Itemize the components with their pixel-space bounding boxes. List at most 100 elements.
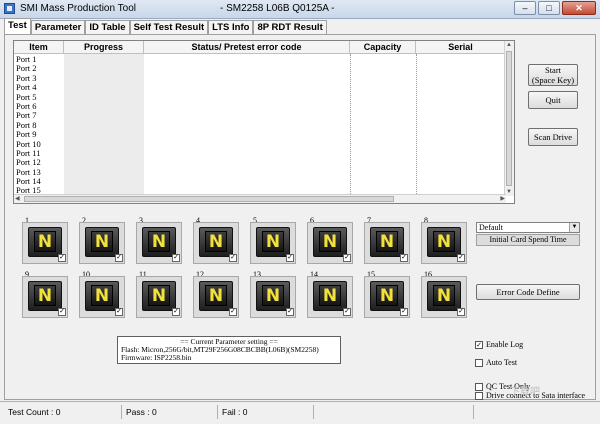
port-indicator[interactable]: N ✓ xyxy=(136,276,182,318)
port-status-11[interactable]: 11 N ✓ xyxy=(136,270,182,320)
monitor-icon: N xyxy=(85,227,119,257)
port-enable-checkbox[interactable]: ✓ xyxy=(457,308,465,316)
port-list[interactable]: Item Progress Status/ Pretest error code… xyxy=(13,40,515,204)
monitor-icon: N xyxy=(199,227,233,257)
port-state-letter: N xyxy=(433,285,455,306)
window-title: SMI Mass Production Tool xyxy=(20,3,136,14)
maximize-button[interactable]: □ xyxy=(538,1,560,15)
column-header-capacity[interactable]: Capacity xyxy=(350,41,416,53)
port-status-5[interactable]: 5 N ✓ xyxy=(250,216,296,266)
port-status-10[interactable]: 10 N ✓ xyxy=(79,270,125,320)
port-indicator[interactable]: N ✓ xyxy=(79,276,125,318)
port-enable-checkbox[interactable]: ✓ xyxy=(229,308,237,316)
port-enable-checkbox[interactable]: ✓ xyxy=(172,254,180,262)
port-status-6[interactable]: 6 N ✓ xyxy=(307,216,353,266)
port-status-1[interactable]: 1 N ✓ xyxy=(22,216,68,266)
port-status-7[interactable]: 7 N ✓ xyxy=(364,216,410,266)
minimize-button[interactable]: – xyxy=(514,1,536,15)
port-enable-checkbox[interactable]: ✓ xyxy=(229,254,237,262)
tab-8p-rdt-result[interactable]: 8P RDT Result xyxy=(253,20,327,35)
close-button[interactable]: ✕ xyxy=(562,1,596,15)
scroll-right-icon[interactable]: ▶ xyxy=(500,195,505,203)
port-indicator[interactable]: N ✓ xyxy=(307,222,353,264)
port-indicator[interactable]: N ✓ xyxy=(193,276,239,318)
column-header-progress[interactable]: Progress xyxy=(64,41,144,53)
port-status-2[interactable]: 2 N ✓ xyxy=(79,216,125,266)
port-status-3[interactable]: 3 N ✓ xyxy=(136,216,182,266)
tab-parameter[interactable]: Parameter xyxy=(30,20,86,35)
tab-self-test-result[interactable]: Self Test Result xyxy=(129,20,209,35)
port-indicator[interactable]: N ✓ xyxy=(250,222,296,264)
port-enable-checkbox[interactable]: ✓ xyxy=(115,308,123,316)
column-header-serial[interactable]: Serial xyxy=(416,41,506,53)
tab-lts-info[interactable]: LTS Info xyxy=(208,20,254,35)
port-indicator[interactable]: N ✓ xyxy=(22,276,68,318)
profile-select[interactable]: Default ▼ xyxy=(476,222,580,233)
scan-drive-button[interactable]: Scan Drive xyxy=(528,128,578,146)
port-status-4[interactable]: 4 N ✓ xyxy=(193,216,239,266)
port-indicator[interactable]: N ✓ xyxy=(421,222,467,264)
column-header-item[interactable]: Item xyxy=(14,41,64,53)
port-indicator[interactable]: N ✓ xyxy=(250,276,296,318)
initial-card-spend-time: Initial Card Spend Time xyxy=(476,234,580,246)
port-indicator[interactable]: N ✓ xyxy=(22,222,68,264)
vertical-scroll-thumb[interactable] xyxy=(506,51,512,186)
port-enable-checkbox[interactable]: ✓ xyxy=(172,308,180,316)
list-header: Item Progress Status/ Pretest error code… xyxy=(14,41,506,54)
port-status-8[interactable]: 8 N ✓ xyxy=(421,216,467,266)
horizontal-scrollbar[interactable]: ◀ ▶ xyxy=(14,194,506,203)
port-status-16[interactable]: 16 N ✓ xyxy=(421,270,467,320)
port-enable-checkbox[interactable]: ✓ xyxy=(115,254,123,262)
port-indicator[interactable]: N ✓ xyxy=(79,222,125,264)
port-indicator[interactable]: N ✓ xyxy=(421,276,467,318)
port-indicator[interactable]: N ✓ xyxy=(193,222,239,264)
scroll-left-icon[interactable]: ◀ xyxy=(15,195,20,203)
firmware-info: Firmware: ISP2258.bin xyxy=(121,353,192,362)
scroll-down-icon[interactable]: ▼ xyxy=(506,188,512,196)
port-status-9[interactable]: 9 N ✓ xyxy=(22,270,68,320)
checkbox-icon[interactable] xyxy=(475,391,483,400)
port-indicator[interactable]: N ✓ xyxy=(136,222,182,264)
port-indicator[interactable]: N ✓ xyxy=(364,276,410,318)
port-enable-checkbox[interactable]: ✓ xyxy=(343,254,351,262)
quit-button[interactable]: Quit xyxy=(528,91,578,109)
port-rows: Port 1 Port 2 Port 3 Port 4 Port 5 Port 6 Port… xyxy=(16,54,41,196)
monitor-icon: N xyxy=(427,281,461,311)
column-header-status[interactable]: Status/ Pretest error code xyxy=(144,41,350,53)
auto-test-checkbox[interactable]: Auto Test xyxy=(475,358,517,367)
port-state-letter: N xyxy=(319,231,341,252)
scroll-up-icon[interactable]: ▲ xyxy=(506,41,512,49)
monitor-icon: N xyxy=(313,281,347,311)
start-button[interactable]: Start (Space Key) xyxy=(528,64,578,86)
port-enable-checkbox[interactable]: ✓ xyxy=(58,254,66,262)
checkbox-icon[interactable] xyxy=(475,382,483,391)
port-enable-checkbox[interactable]: ✓ xyxy=(400,308,408,316)
monitor-icon: N xyxy=(370,227,404,257)
parameter-info-box: == Current Parameter setting == Flash: M… xyxy=(117,336,341,364)
vertical-scrollbar[interactable]: ▲ ▼ xyxy=(504,41,514,196)
port-enable-checkbox[interactable]: ✓ xyxy=(286,254,294,262)
enable-log-checkbox[interactable]: ✓ Enable Log xyxy=(475,340,523,349)
port-enable-checkbox[interactable]: ✓ xyxy=(400,254,408,262)
tab-test[interactable]: Test xyxy=(4,18,31,35)
checkbox-icon[interactable] xyxy=(475,358,483,367)
monitor-icon: N xyxy=(199,281,233,311)
port-enable-checkbox[interactable]: ✓ xyxy=(343,308,351,316)
monitor-icon: N xyxy=(370,281,404,311)
port-enable-checkbox[interactable]: ✓ xyxy=(58,308,66,316)
tab-id-table[interactable]: ID Table xyxy=(85,20,130,35)
port-enable-checkbox[interactable]: ✓ xyxy=(457,254,465,262)
port-status-13[interactable]: 13 N ✓ xyxy=(250,270,296,320)
chevron-down-icon[interactable]: ▼ xyxy=(569,223,579,232)
horizontal-scroll-thumb[interactable] xyxy=(24,196,394,202)
port-indicator[interactable]: N ✓ xyxy=(307,276,353,318)
checkbox-icon[interactable]: ✓ xyxy=(475,340,483,349)
port-status-14[interactable]: 14 N ✓ xyxy=(307,270,353,320)
port-status-15[interactable]: 15 N ✓ xyxy=(364,270,410,320)
error-code-define-button[interactable]: Error Code Define xyxy=(476,284,580,300)
port-enable-checkbox[interactable]: ✓ xyxy=(286,308,294,316)
monitor-icon: N xyxy=(256,227,290,257)
port-status-12[interactable]: 12 N ✓ xyxy=(193,270,239,320)
port-indicator[interactable]: N ✓ xyxy=(364,222,410,264)
tab-strip: Test Parameter ID Table Self Test Result… xyxy=(4,18,327,35)
